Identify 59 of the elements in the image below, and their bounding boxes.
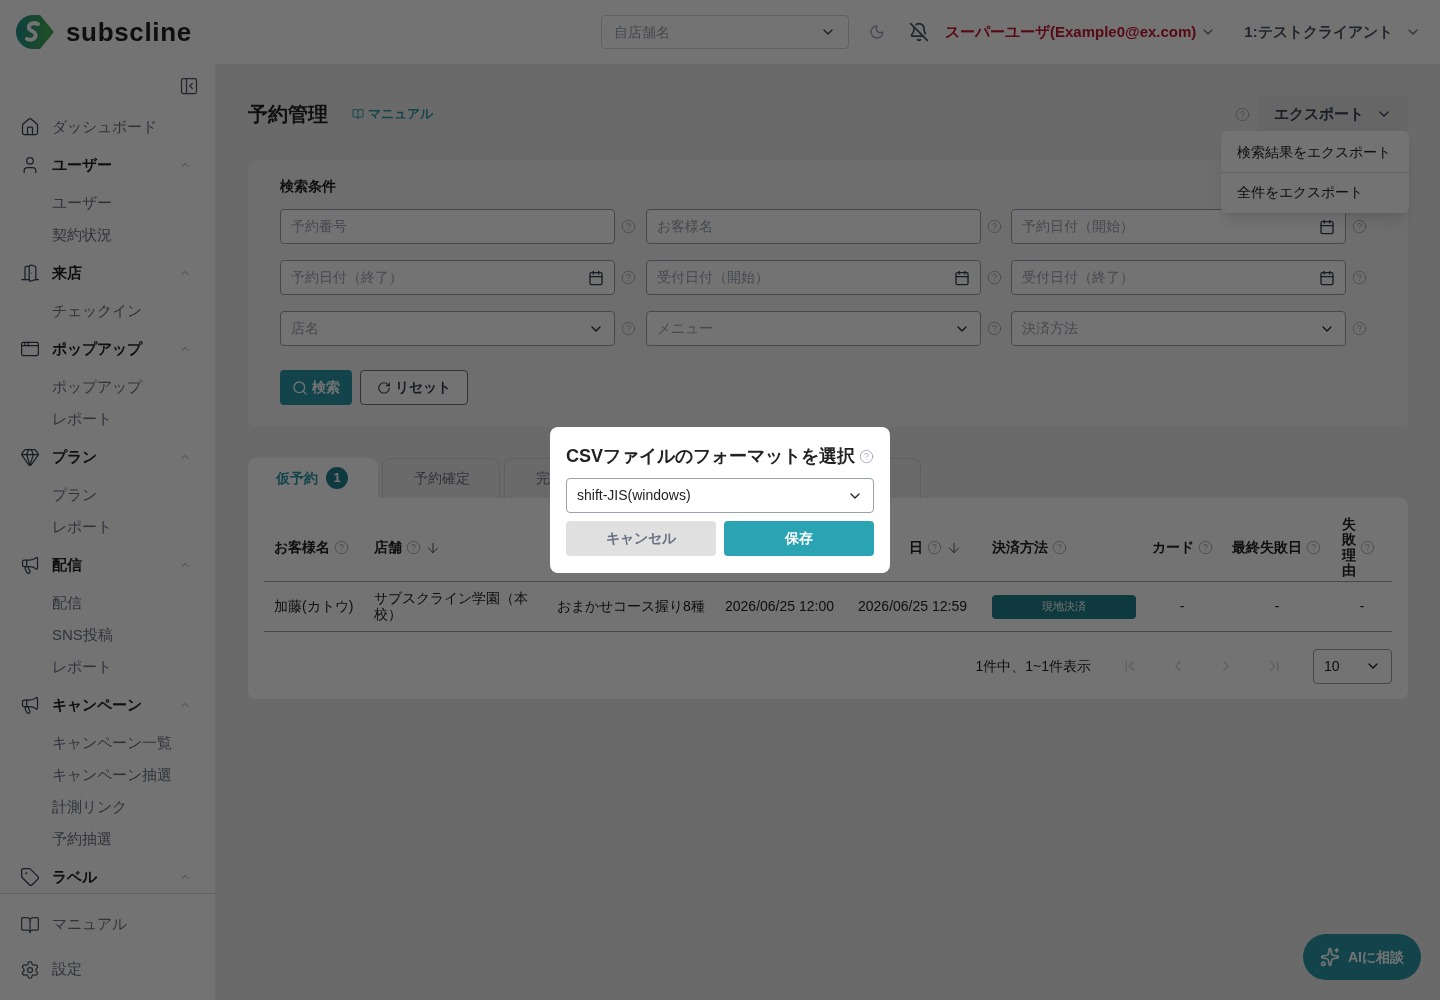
reset-button[interactable]: リセット xyxy=(360,370,468,405)
search-title: 検索条件 xyxy=(280,177,336,196)
count-badge: 1 xyxy=(326,467,348,489)
nav-item[interactable]: SNS投稿 xyxy=(20,619,191,651)
client-menu[interactable]: 1:テストクライアント xyxy=(1244,20,1421,44)
nav-item[interactable]: ダッシュボード xyxy=(20,108,191,146)
table-cell: - xyxy=(1179,597,1185,614)
nav-item[interactable]: 計測リンク xyxy=(20,791,191,823)
nav-item[interactable]: 契約状況 xyxy=(20,219,191,251)
nav-item[interactable]: チェックイン xyxy=(20,295,191,327)
nav-group[interactable]: プラン xyxy=(20,438,191,476)
nav-item[interactable]: 配信 xyxy=(20,587,191,619)
format-select[interactable]: shift-JIS(windows) xyxy=(566,478,874,513)
nav-item[interactable]: レポート xyxy=(20,403,191,435)
cancel-button[interactable]: キャンセル xyxy=(566,521,716,556)
page-size-select[interactable]: 10 xyxy=(1313,648,1392,684)
column-header: 日 xyxy=(909,538,923,557)
column-header: 失敗理由 xyxy=(1342,516,1356,579)
column-header: 店舗 xyxy=(374,538,402,557)
nav-group[interactable]: ユーザー xyxy=(20,146,191,184)
manual-link[interactable]: マニュアル xyxy=(352,104,433,124)
table-cell: - xyxy=(1359,597,1365,614)
nav-item[interactable]: ユーザー xyxy=(20,187,191,219)
user-menu[interactable]: スーパーユーザ(Example0@ex.com) xyxy=(945,20,1217,44)
column-header: カード xyxy=(1152,538,1194,557)
nav-item[interactable]: プラン xyxy=(20,479,191,511)
table-cell: 2026/06/25 12:59 xyxy=(858,597,967,614)
nav-group[interactable]: 来店 xyxy=(20,254,191,292)
tab[interactable]: 予約確定 xyxy=(382,458,500,498)
dialog-title: CSVファイルのフォーマットを選択 xyxy=(566,445,855,468)
column-header: お客様名 xyxy=(274,538,330,557)
menu-item[interactable]: 検索結果をエクスポート xyxy=(1221,133,1409,172)
logo-text: subscline xyxy=(66,15,192,49)
nav-item[interactable]: レポート xyxy=(20,511,191,543)
nav-item[interactable]: キャンペーン抽選 xyxy=(20,759,191,791)
nav-item[interactable]: ポップアップ xyxy=(20,371,191,403)
page-title: 予約管理 xyxy=(248,102,328,127)
payment-badge: 現地決済 xyxy=(992,594,1136,619)
nav-group[interactable]: ラベル xyxy=(20,858,191,893)
pagination-summary: 1件中、1~1件表示 xyxy=(975,656,1091,676)
nav-group[interactable]: ポップアップ xyxy=(20,330,191,368)
table-cell: - xyxy=(1274,597,1280,614)
search-button[interactable]: 検索 xyxy=(280,370,352,405)
export-button[interactable]: エクスポート xyxy=(1258,96,1408,132)
nav-group[interactable]: 配信 xyxy=(20,546,191,584)
ai-chat-button[interactable]: AIに相談 xyxy=(1303,934,1421,980)
nav-item[interactable]: レポート xyxy=(20,651,191,683)
nav-item[interactable]: 設定 xyxy=(20,947,215,992)
table-cell: 加藤(カトウ) xyxy=(274,597,354,614)
column-header: 決済方法 xyxy=(992,538,1048,557)
save-button[interactable]: 保存 xyxy=(724,521,874,556)
tab[interactable]: 仮予約 1 xyxy=(248,458,378,498)
table-cell: おまかせコース握り8種 xyxy=(557,597,705,614)
nav-group[interactable]: キャンペーン xyxy=(20,686,191,724)
column-header: 最終失敗日 xyxy=(1232,538,1302,557)
nav-item[interactable]: マニュアル xyxy=(20,902,215,947)
table-cell: サブスクライン学園（本校） xyxy=(374,590,528,622)
table-cell: 2026/06/25 12:00 xyxy=(725,597,834,614)
nav-item[interactable]: 予約抽選 xyxy=(20,823,191,855)
